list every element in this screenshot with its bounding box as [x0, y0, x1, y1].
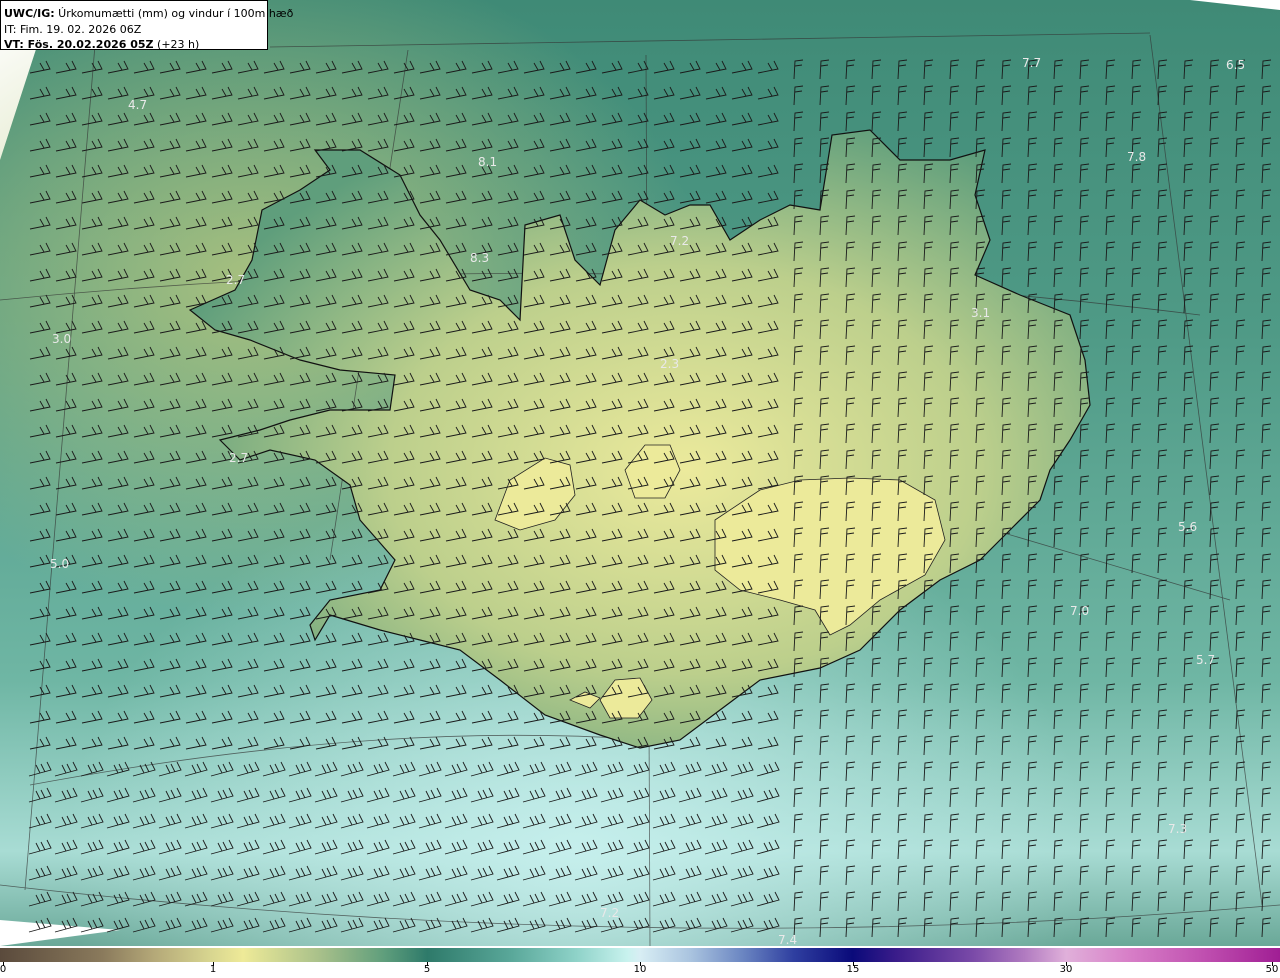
- map-value-label: 2.3: [660, 357, 679, 371]
- map-value-label: 7.4: [778, 933, 797, 946]
- map-value-label: 4.7: [128, 98, 147, 112]
- product-description: Úrkomumætti (mm) og vindur í 100m hæð: [54, 7, 294, 20]
- colorbar-tick-label: 30: [1059, 964, 1073, 975]
- map-value-label: 2.7: [226, 273, 245, 287]
- map-value-label: 5.7: [1196, 653, 1215, 667]
- colorbar-tick-label: 5: [423, 964, 431, 975]
- valid-row: VT: Fös. 20.02.2026 05Z (+23 h): [4, 37, 267, 53]
- map-value-label: 3.0: [52, 332, 71, 346]
- map-value-label: 7.8: [1127, 150, 1146, 164]
- precipitation-wind-map[interactable]: 4.7 7.7 6.5 7.8 8.1 8.3 7.2 2.7 3.0 3.1 2.3 2.7 5.0 5…: [0, 0, 1280, 946]
- map-value-label: 7.3: [1168, 822, 1187, 836]
- init-time: IT: Fim. 19. 02. 2026 06Z: [4, 22, 142, 36]
- map-value-label: 7.0: [1070, 604, 1089, 618]
- colorbar-tick-label: 0: [0, 964, 7, 975]
- map-value-label: 3.1: [971, 306, 990, 320]
- colorbar-tick-label: 50: [1265, 964, 1279, 975]
- colorbar-tick-label: 15: [846, 964, 860, 975]
- map-value-label: 2.7: [229, 451, 248, 465]
- colorbar: [0, 948, 1280, 962]
- map-value-label: 8.3: [470, 251, 489, 265]
- map-header: UWC/IG: Úrkomumætti (mm) og vindur í 100…: [0, 0, 293, 53]
- map-value-label: 6.5: [1226, 58, 1245, 72]
- map-value-label: 7.2: [670, 234, 689, 248]
- product-label: UWC/IG:: [4, 7, 55, 20]
- map-value-label: 7.7: [1022, 56, 1041, 70]
- colorbar-tick-label: 1: [209, 964, 217, 975]
- valid-time: VT: Fös. 20.02.2026 05Z: [4, 38, 154, 51]
- map-value-label: 5.0: [50, 557, 69, 571]
- map-value-label: 8.1: [478, 155, 497, 169]
- valid-offset: (+23 h): [153, 38, 200, 51]
- map-value-label: 5.6: [1178, 520, 1197, 534]
- product-row: UWC/IG: Úrkomumætti (mm) og vindur í 100…: [4, 6, 293, 22]
- map-value-label: 7.2: [600, 906, 619, 920]
- colorbar-tick-label: 10: [633, 964, 647, 975]
- map-viewer: 4.7 7.7 6.5 7.8 8.1 8.3 7.2 2.7 3.0 3.1 2.3 2.7 5.0 5…: [0, 0, 1280, 978]
